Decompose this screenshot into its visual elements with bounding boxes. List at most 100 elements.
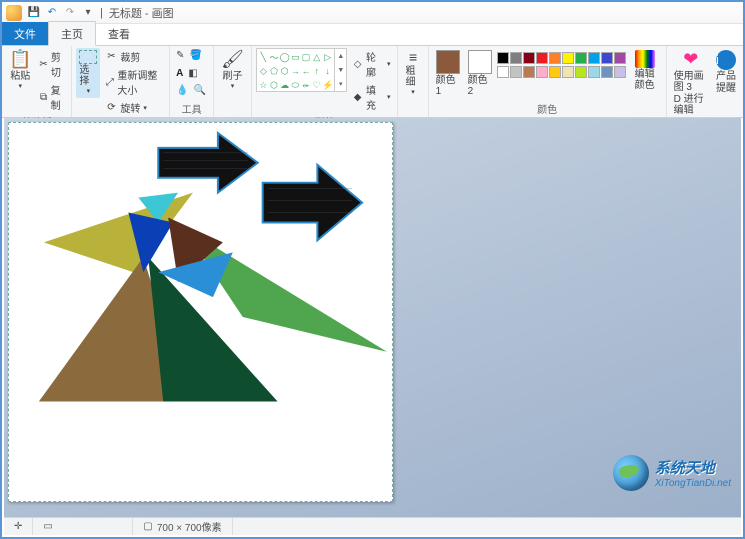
gallery-up-icon[interactable]: ▲ bbox=[335, 49, 346, 63]
fill-button[interactable]: ◆填充▾ bbox=[349, 81, 393, 113]
tab-file[interactable]: 文件 bbox=[2, 22, 48, 45]
color-swatch[interactable] bbox=[614, 52, 626, 64]
crop-button[interactable]: ✂裁剪 bbox=[102, 48, 165, 65]
color-swatch[interactable] bbox=[614, 66, 626, 78]
text-icon: A bbox=[176, 68, 183, 79]
status-position: ✛ bbox=[4, 518, 33, 535]
paste-button[interactable]: 📋 粘贴▾ bbox=[6, 48, 34, 92]
size-button[interactable]: ≡ 粗细▾ bbox=[402, 48, 423, 99]
canvas-size-icon: ▢ bbox=[143, 521, 152, 532]
color-swatch[interactable] bbox=[536, 66, 548, 78]
color-swatch[interactable] bbox=[601, 66, 613, 78]
status-dimensions: ▢700 × 700像素 bbox=[133, 518, 232, 535]
color-swatch[interactable] bbox=[575, 52, 587, 64]
pencil-tool[interactable]: ✎ bbox=[174, 48, 186, 63]
text-tool[interactable]: A bbox=[174, 66, 185, 81]
quick-access-toolbar: 💾 ↶ ↷ ▾ bbox=[26, 5, 96, 21]
document-title: 无标题 - 画图 bbox=[109, 5, 174, 21]
shapes-gallery[interactable]: ╲〜◯▭▢△▷ ◇⬠⬡→←↑↓ ☆⬡☁⬭⬰♡⚡ ▲ ▼ ▾ bbox=[256, 48, 347, 92]
gallery-down-icon[interactable]: ▼ bbox=[335, 63, 346, 77]
title-divider: | bbox=[100, 7, 103, 19]
resize-button[interactable]: ⤢重新调整大小 bbox=[102, 66, 165, 98]
watermark: 系统天地 XiTongTianDi.net bbox=[613, 455, 731, 491]
qat-undo-button[interactable]: ↶ bbox=[44, 5, 60, 21]
fill-tool[interactable]: 🪣 bbox=[188, 48, 204, 63]
select-button[interactable]: 选择▾ bbox=[76, 48, 100, 98]
pencil-icon: ✎ bbox=[176, 50, 184, 61]
copy-icon: ⧉ bbox=[39, 91, 47, 103]
group-extras: ❤ 使用画图 3 D 进行编辑 i 产品 提醒 bbox=[667, 46, 743, 117]
size-icon: ≡ bbox=[409, 50, 417, 65]
color-swatch[interactable] bbox=[575, 66, 587, 78]
crop-icon: ✂ bbox=[105, 51, 117, 63]
picker-tool[interactable]: 💧 bbox=[174, 83, 190, 98]
cut-button[interactable]: ✂剪切 bbox=[36, 48, 67, 80]
paste-icon: 📋 bbox=[9, 50, 31, 70]
color-swatch[interactable] bbox=[510, 66, 522, 78]
group-label-colors: 颜色 bbox=[433, 100, 662, 117]
rotate-button[interactable]: ⟳旋转▾ bbox=[102, 99, 165, 116]
paint3d-icon: ❤ bbox=[683, 50, 698, 70]
gallery-more-icon[interactable]: ▾ bbox=[335, 77, 346, 91]
color-swatch[interactable] bbox=[510, 52, 522, 64]
copy-button[interactable]: ⧉复制 bbox=[36, 81, 67, 113]
canvas[interactable] bbox=[8, 122, 393, 502]
cursor-pos-icon: ✛ bbox=[14, 521, 22, 532]
color2-button[interactable]: 颜色 2 bbox=[465, 48, 495, 99]
group-shapes: ╲〜◯▭▢△▷ ◇⬠⬡→←↑↓ ☆⬡☁⬭⬰♡⚡ ▲ ▼ ▾ ◇轮廓▾ ◆填充▾ … bbox=[252, 46, 399, 117]
qat-customize-button[interactable]: ▾ bbox=[80, 5, 96, 21]
resize-icon: ⤢ bbox=[105, 76, 114, 88]
watermark-title: 系统天地 bbox=[655, 457, 731, 478]
color1-button[interactable]: 颜色 1 bbox=[433, 48, 463, 99]
qat-save-button[interactable]: 💾 bbox=[26, 5, 42, 21]
status-selection: ▭ bbox=[33, 518, 133, 535]
brush-icon: 🖌 bbox=[221, 50, 244, 70]
picker-icon: 💧 bbox=[176, 85, 188, 96]
watermark-url: XiTongTianDi.net bbox=[655, 478, 731, 489]
group-clipboard: 📋 粘贴▾ ✂剪切 ⧉复制 剪贴板 bbox=[2, 46, 72, 117]
color1-swatch bbox=[436, 50, 460, 74]
paint3d-button[interactable]: ❤ 使用画图 3 D 进行编辑 bbox=[671, 48, 711, 118]
outline-icon: ◇ bbox=[352, 58, 363, 70]
tab-home[interactable]: 主页 bbox=[48, 21, 96, 46]
color-swatch[interactable] bbox=[549, 66, 561, 78]
cut-icon: ✂ bbox=[39, 58, 47, 70]
info-icon: i bbox=[716, 50, 736, 70]
magnifier-icon: 🔍 bbox=[194, 85, 206, 96]
group-colors: 颜色 1 颜色 2 编辑颜色 颜色 bbox=[429, 46, 667, 117]
palette bbox=[497, 48, 626, 78]
workspace[interactable]: 系统天地 XiTongTianDi.net bbox=[4, 118, 741, 517]
color-swatch[interactable] bbox=[497, 66, 509, 78]
color-swatch[interactable] bbox=[523, 52, 535, 64]
tab-view[interactable]: 查看 bbox=[96, 22, 142, 45]
outline-button[interactable]: ◇轮廓▾ bbox=[349, 48, 393, 80]
qat-redo-button[interactable]: ↷ bbox=[62, 5, 78, 21]
product-alert-button[interactable]: i 产品 提醒 bbox=[713, 48, 739, 96]
rotate-icon: ⟳ bbox=[105, 102, 117, 114]
app-icon bbox=[6, 5, 22, 21]
ribbon: 📋 粘贴▾ ✂剪切 ⧉复制 剪贴板 选择▾ ✂裁剪 ⤢重新调整大小 ⟳旋转▾ 图… bbox=[2, 46, 743, 118]
group-tools: ✎ 🪣 A ◧ 💧 🔍 工具 bbox=[170, 46, 214, 117]
color-swatch[interactable] bbox=[536, 52, 548, 64]
eraser-tool[interactable]: ◧ bbox=[186, 66, 199, 81]
color-swatch[interactable] bbox=[588, 66, 600, 78]
canvas-drawing bbox=[9, 123, 392, 501]
edit-colors-button[interactable]: 编辑颜色 bbox=[628, 48, 662, 93]
group-label-tools: 工具 bbox=[174, 100, 209, 117]
color-swatch[interactable] bbox=[562, 52, 574, 64]
color-swatch[interactable] bbox=[601, 52, 613, 64]
color-swatch[interactable] bbox=[588, 52, 600, 64]
color-swatch[interactable] bbox=[497, 52, 509, 64]
color-swatch[interactable] bbox=[549, 52, 561, 64]
brush-button[interactable]: 🖌 刷子▾ bbox=[218, 48, 247, 92]
ribbon-tabs: 文件 主页 查看 bbox=[2, 24, 743, 46]
select-icon bbox=[79, 50, 97, 64]
globe-icon bbox=[613, 455, 649, 491]
color-swatch[interactable] bbox=[562, 66, 574, 78]
edit-colors-icon bbox=[635, 50, 655, 68]
selection-icon: ▭ bbox=[43, 521, 52, 532]
magnifier-tool[interactable]: 🔍 bbox=[192, 83, 208, 98]
group-image: 选择▾ ✂裁剪 ⤢重新调整大小 ⟳旋转▾ 图像 bbox=[72, 46, 170, 117]
color-swatch[interactable] bbox=[523, 66, 535, 78]
group-label-brush bbox=[218, 115, 247, 117]
